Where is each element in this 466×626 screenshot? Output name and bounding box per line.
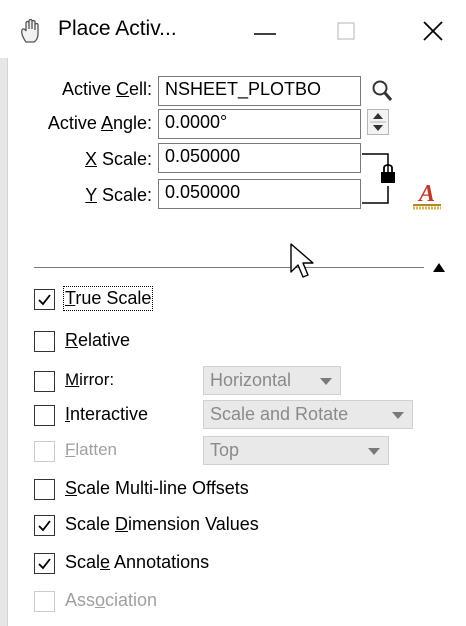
chevron-down-icon [392, 412, 404, 419]
angle-spin-button[interactable] [367, 109, 389, 135]
association-label: Association [65, 590, 158, 610]
flatten-dropdown-value: Top [210, 440, 240, 460]
svg-text:A: A [417, 181, 435, 207]
maximize-button[interactable] [326, 14, 366, 48]
flatten-checkbox[interactable] [34, 441, 55, 462]
y-scale-input[interactable]: 0.050000 [158, 179, 361, 209]
scale-multiline-offsets-checkbox[interactable] [34, 479, 55, 500]
scale-dimension-values-label: Scale Dimension Values [65, 514, 259, 534]
x-scale-input[interactable]: 0.050000 [158, 143, 361, 173]
checkmark-icon [38, 558, 51, 570]
magnifier-icon [372, 80, 393, 101]
interactive-dropdown-value: Scale and Rotate [210, 404, 349, 424]
checkmark-icon [38, 520, 51, 532]
relative-label: Relative [65, 330, 131, 350]
true-scale-label: True Scale [62, 286, 154, 311]
mirror-checkbox[interactable] [34, 371, 55, 392]
active-angle-label: Active Angle: [47, 113, 152, 133]
spin-arrows-icon [370, 113, 386, 131]
annotation-scale-icon: A [413, 181, 441, 210]
maximize-icon [337, 22, 355, 40]
close-icon [423, 21, 443, 41]
scale-multiline-offsets-label: Scale Multi-line Offsets [65, 478, 249, 498]
triangle-up-icon [433, 263, 445, 272]
scale-annotations-label: Scale Annotations [65, 552, 210, 572]
title-bar[interactable]: Place Activ... [0, 0, 466, 58]
section-divider [34, 267, 424, 268]
interactive-checkbox[interactable] [34, 405, 55, 426]
annotation-scale-button[interactable]: A [410, 178, 444, 212]
flatten-label: Flatten [65, 440, 117, 459]
minimize-icon [254, 33, 276, 35]
scale-lock-toggle[interactable] [362, 150, 404, 210]
collapse-toggle[interactable] [430, 259, 448, 275]
y-scale-label: Y Scale: [85, 185, 152, 205]
mirror-dropdown[interactable]: Horizontal [203, 366, 341, 395]
x-scale-label: X Scale: [84, 149, 152, 169]
mirror-dropdown-value: Horizontal [210, 370, 292, 390]
scale-dimension-values-checkbox[interactable] [34, 515, 55, 536]
lock-icon [362, 153, 395, 204]
scale-annotations-checkbox[interactable] [34, 553, 55, 574]
true-scale-checkbox[interactable] [34, 289, 55, 310]
checkmark-icon [38, 294, 51, 306]
active-cell-label: Active Cell: [61, 79, 152, 99]
interactive-dropdown[interactable]: Scale and Rotate [203, 400, 413, 429]
chevron-down-icon [320, 378, 332, 385]
window-title: Place Activ... [58, 17, 177, 40]
minimize-button[interactable] [245, 14, 285, 48]
flatten-dropdown[interactable]: Top [203, 436, 389, 465]
mirror-label: Mirror: [65, 370, 115, 389]
chevron-down-icon [368, 448, 380, 455]
browse-cell-button[interactable] [368, 76, 396, 106]
interactive-label: Interactive [65, 404, 149, 424]
close-button[interactable] [413, 14, 453, 48]
window-left-border [0, 58, 8, 626]
relative-checkbox[interactable] [34, 331, 55, 352]
mouse-cursor-icon [290, 243, 314, 278]
hand-icon [21, 18, 39, 43]
association-checkbox[interactable] [34, 591, 55, 612]
active-angle-input[interactable]: 0.0000° [158, 109, 361, 139]
active-cell-input[interactable]: NSHEET_PLOTBO [158, 76, 361, 106]
